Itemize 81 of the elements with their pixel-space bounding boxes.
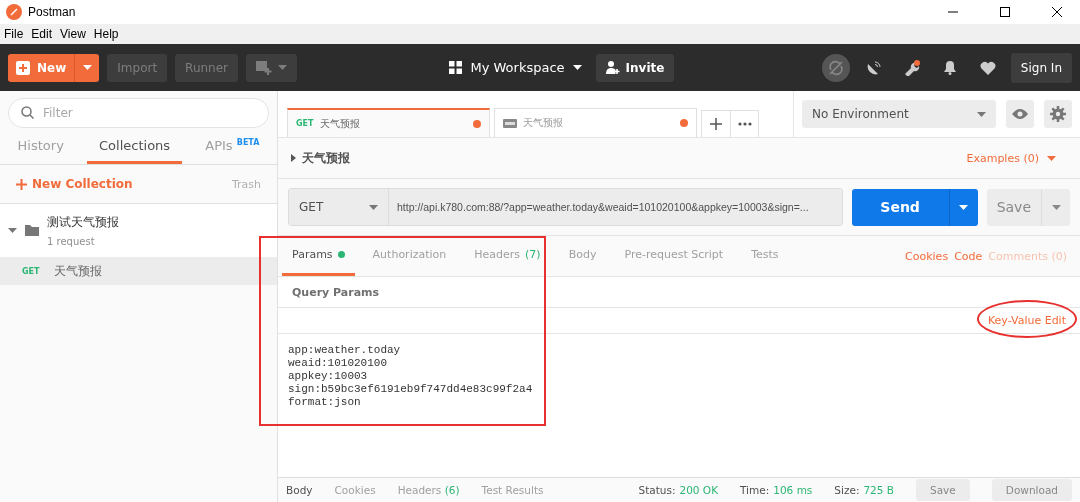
save-button[interactable]: Save	[986, 188, 1070, 226]
response-stat: Size: 725 B	[834, 484, 894, 496]
menu-item[interactable]: View	[56, 27, 90, 41]
menu-item[interactable]: File	[0, 27, 28, 41]
example-icon	[503, 118, 517, 128]
settings-icon	[1050, 106, 1066, 122]
heart-icon[interactable]	[979, 60, 996, 75]
sidebar-tab[interactable]: Collections	[87, 130, 183, 164]
app-logo-icon	[6, 4, 22, 20]
header-link[interactable]: Cookies	[902, 236, 952, 276]
download-button[interactable]: Download	[991, 479, 1072, 501]
settings-button[interactable]	[1044, 100, 1072, 128]
runner-button[interactable]: Runner	[175, 53, 239, 82]
grid-icon	[449, 61, 463, 74]
import-button[interactable]: Import	[107, 53, 168, 82]
response-tab[interactable]: Test Results	[481, 484, 544, 496]
section-tab[interactable]: Authorization	[362, 236, 457, 276]
new-window-button[interactable]	[246, 53, 298, 82]
caret-icon	[1047, 155, 1056, 161]
section-heading: Query Params	[278, 277, 1080, 308]
plus-icon	[16, 178, 27, 190]
window-title: Postman	[28, 5, 76, 19]
examples-dropdown[interactable]: Examples (0)	[960, 150, 1062, 166]
response-stat: Status: 200 OK	[638, 484, 718, 496]
request-tab[interactable]: 天气预报	[494, 108, 697, 137]
section-tab[interactable]: Pre-request Script	[614, 236, 734, 276]
sign-in-button[interactable]: Sign In	[1010, 52, 1072, 83]
method-label: GET	[22, 266, 40, 276]
menu-item[interactable]: Help	[89, 27, 123, 41]
request-tab[interactable]: GET 天气预报	[287, 108, 490, 137]
caret-icon	[977, 111, 986, 117]
tab-title: 天气预报	[523, 116, 563, 130]
sidebar-tab[interactable]: History	[5, 130, 76, 164]
collection-name: 测试天气预报	[47, 214, 119, 231]
key-value-edit-link[interactable]: Key-Value Edit	[981, 313, 1072, 328]
request-title: 天气预报	[302, 149, 350, 167]
section-tab[interactable]: Tests	[741, 236, 789, 276]
request-item[interactable]: GET 天气预报	[0, 257, 277, 285]
bulk-edit-field[interactable]: app:weather.today weaid:101020100 appkey:10003 sign:b59bc3ef6191eb9f747dd4e83c99f2a4 format:json	[278, 334, 1080, 478]
more-icon	[737, 122, 752, 126]
invite-button[interactable]: Invite	[595, 53, 675, 82]
caret-icon	[82, 65, 92, 70]
plus-icon	[16, 60, 30, 75]
method-label: GET	[296, 119, 314, 128]
satellite-icon[interactable]	[865, 59, 882, 76]
save-response-button[interactable]: Save	[916, 479, 970, 501]
request-count: 1 request	[47, 236, 96, 247]
eye-icon	[1012, 109, 1028, 119]
response-tab[interactable]: Cookies	[334, 484, 376, 496]
menu-item[interactable]: Edit	[27, 27, 57, 41]
sidebar-tab[interactable]: APIs $^{BETA}$	[193, 130, 272, 164]
plus-icon	[710, 118, 722, 130]
response-stat: Time: 106 ms	[740, 484, 813, 496]
filter-field[interactable]: Filter	[8, 98, 269, 128]
caret-icon	[1051, 204, 1061, 210]
close-icon[interactable]	[1052, 7, 1062, 17]
caret-icon	[278, 65, 288, 70]
tab-title: 天气预报	[319, 116, 360, 131]
workspace-selector[interactable]: My Workspace	[443, 59, 588, 76]
section-tab[interactable]: Headers (7)	[464, 236, 551, 276]
send-button[interactable]: Send	[851, 188, 978, 226]
new-button[interactable]: New	[8, 53, 100, 82]
caret-icon	[959, 204, 969, 210]
new-collection-button[interactable]: New Collection	[16, 177, 133, 191]
header-link[interactable]: Code	[951, 236, 986, 276]
environment-select[interactable]: No Environment	[802, 100, 996, 128]
response-tab[interactable]: Body	[286, 484, 313, 496]
bell-icon[interactable]	[942, 60, 957, 75]
maximize-icon[interactable]	[1000, 7, 1010, 17]
eye-button[interactable]	[1006, 100, 1034, 128]
trash-link[interactable]: Trash	[225, 176, 267, 192]
new-window-icon	[256, 60, 273, 75]
caret-icon	[291, 154, 296, 162]
section-tab[interactable]: Body	[558, 236, 607, 276]
add-user-icon	[605, 61, 620, 74]
response-tab[interactable]: Headers (6)	[397, 484, 460, 496]
folder-icon	[25, 225, 39, 236]
collection-item[interactable]: 测试天气预报 1 request	[0, 204, 277, 257]
sync-off-icon[interactable]	[821, 53, 850, 82]
request-name: 天气预报	[53, 262, 102, 280]
caret-icon	[572, 65, 582, 70]
